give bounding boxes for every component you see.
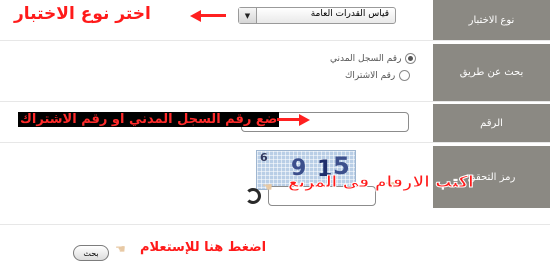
search-button[interactable]: بحث [73, 245, 109, 261]
row-separator [0, 40, 550, 41]
arrow-shaft [200, 14, 226, 17]
enter-number-annotation: ضع رقم السجل المدني او رقم الاشتراك [18, 112, 280, 127]
number-label: الرقم [433, 104, 550, 142]
radio-civil-label: رقم السجل المدني [330, 53, 402, 64]
row-separator [0, 142, 550, 143]
radio-subscription-button[interactable] [399, 70, 411, 81]
click-here-annotation: اضغط هنا للإستعلام [140, 240, 267, 255]
radio-civil-record[interactable]: رقم السجل المدني [330, 53, 417, 64]
radio-subscription-label: رقم الاشتراك [345, 70, 396, 81]
arrow-right-icon [299, 114, 310, 126]
pointing-hand-icon: ☚ [262, 180, 273, 194]
radio-civil-button[interactable] [405, 53, 417, 64]
row-separator [0, 101, 550, 102]
captcha-digit: 6 [260, 151, 268, 164]
arrow-shaft [277, 118, 299, 121]
write-digits-annotation: اكتب الارقام في المربع [288, 172, 475, 192]
test-type-selected-value: قياس القدرات العامة [310, 9, 389, 19]
triangle-down-icon[interactable]: ▼ [239, 8, 257, 23]
search-by-label: بحث عن طريق [433, 44, 550, 101]
pointing-hand-icon: ☚ [115, 242, 126, 256]
refresh-icon[interactable] [245, 188, 261, 204]
choose-test-annotation: اختر نوع الاختبار [14, 4, 151, 24]
radio-subscription[interactable]: رقم الاشتراك [345, 70, 411, 81]
test-type-label: نوع الاختبار [433, 0, 550, 40]
test-type-select[interactable]: ▼ قياس القدرات العامة [238, 7, 396, 24]
row-separator [0, 224, 550, 225]
